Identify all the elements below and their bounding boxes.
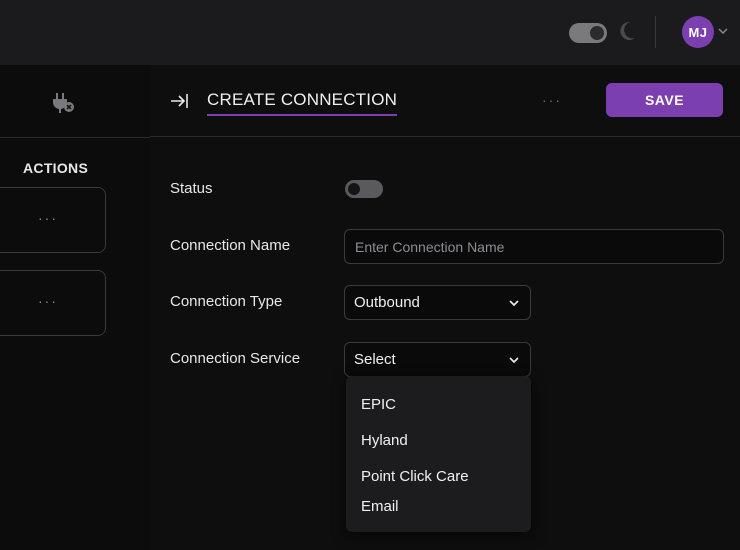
moon-icon[interactable] — [616, 19, 638, 43]
more-options-icon[interactable]: ··· — [542, 92, 562, 108]
chevron-down-icon[interactable] — [717, 25, 729, 37]
avatar[interactable]: MJ — [682, 16, 714, 48]
action-card[interactable]: ··· — [0, 270, 106, 336]
panel-header: CREATE CONNECTION ··· SAVE — [150, 65, 740, 137]
collapse-panel-icon[interactable] — [170, 92, 190, 110]
dropdown-option-email[interactable]: Email — [361, 498, 399, 515]
top-bar: MJ — [0, 0, 740, 65]
more-options-icon[interactable]: ··· — [0, 210, 105, 226]
divider — [0, 137, 150, 138]
connection-type-value: Outbound — [354, 294, 420, 311]
theme-toggle-knob — [590, 26, 604, 40]
dropdown-option-hyland[interactable]: Hyland — [361, 432, 408, 449]
dropdown-option-point-click-care[interactable]: Point Click Care — [361, 468, 469, 485]
connection-type-label: Connection Type — [170, 293, 283, 310]
more-options-icon[interactable]: ··· — [0, 293, 105, 309]
save-button[interactable]: SAVE — [606, 83, 723, 117]
chevron-down-icon — [509, 357, 519, 364]
divider — [655, 16, 656, 48]
create-connection-panel: CREATE CONNECTION ··· SAVE Status Connec… — [150, 65, 740, 550]
connection-service-label: Connection Service — [170, 350, 301, 367]
theme-toggle[interactable] — [569, 23, 607, 43]
dropdown-option-epic[interactable]: EPIC — [361, 396, 396, 413]
connection-type-select[interactable]: Outbound — [344, 285, 531, 320]
plug-icon[interactable] — [50, 91, 76, 115]
chevron-down-icon — [509, 300, 519, 307]
status-label: Status — [170, 180, 213, 197]
status-toggle[interactable] — [345, 180, 383, 198]
action-card[interactable]: ··· — [0, 187, 106, 253]
page-title: CREATE CONNECTION — [207, 90, 398, 116]
connection-service-dropdown: EPIC Hyland Point Click Care Email — [346, 376, 531, 532]
actions-panel: ACTIONS ··· ··· — [0, 65, 150, 550]
connection-service-select[interactable]: Select — [344, 342, 531, 377]
connection-name-input[interactable] — [344, 229, 724, 264]
status-toggle-knob — [348, 183, 360, 195]
connection-name-label: Connection Name — [170, 237, 291, 254]
connection-service-value: Select — [354, 351, 396, 368]
actions-header: ACTIONS — [23, 160, 89, 176]
